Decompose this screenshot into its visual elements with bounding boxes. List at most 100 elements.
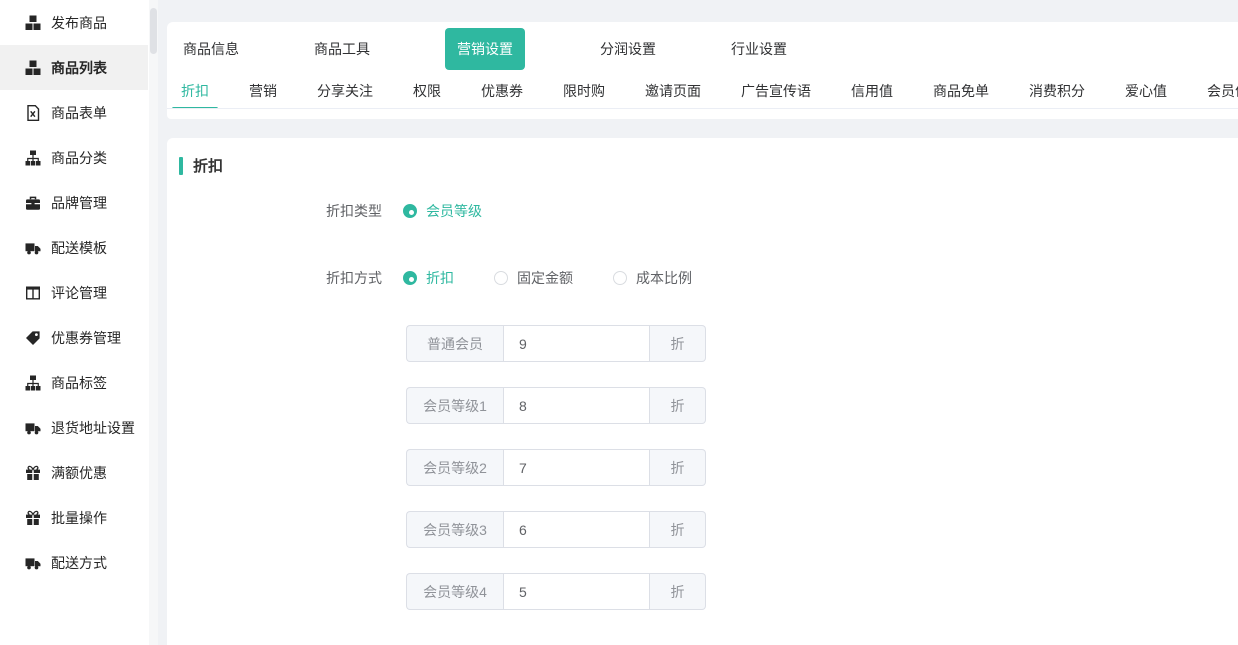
sidebar-item[interactable]: 配送方式 (0, 540, 148, 585)
secondary-tab-label: 邀请页面 (645, 83, 701, 99)
sidebar-item[interactable]: 商品分类 (0, 135, 148, 180)
level-name-addon: 会员等级2 (406, 449, 503, 486)
secondary-tab-label: 会员价 (1207, 83, 1238, 99)
secondary-tab[interactable]: 优惠券 (481, 76, 523, 109)
gift-icon (25, 510, 41, 526)
sidebar-item-label: 商品表单 (51, 103, 107, 123)
secondary-tab[interactable]: 分享关注 (317, 76, 373, 109)
unit-addon: 折 (650, 573, 706, 610)
section-title: 折扣 (193, 155, 223, 176)
unit-addon: 折 (650, 511, 706, 548)
primary-tab-label: 分润设置 (600, 41, 656, 57)
primary-tabs: 商品信息 商品工具 营销设置 分润设置 行业设置 (167, 22, 1238, 76)
radio-option[interactable]: 会员等级 (403, 201, 482, 221)
sidebar-item[interactable]: 优惠券管理 (0, 315, 148, 360)
sidebar-item-label: 优惠券管理 (51, 328, 121, 348)
sidebar-item[interactable]: 商品标签 (0, 360, 148, 405)
secondary-tab-label: 爱心值 (1125, 83, 1167, 99)
discount-value-input[interactable] (503, 387, 650, 424)
sidebar-item-label: 商品标签 (51, 373, 107, 393)
secondary-tab-label: 分享关注 (317, 83, 373, 99)
radio-option[interactable]: 成本比例 (613, 268, 692, 288)
secondary-tab-label: 权限 (413, 83, 441, 99)
level-name-addon: 会员等级3 (406, 511, 503, 548)
sitemap-icon (25, 150, 41, 166)
sidebar-item-label: 品牌管理 (51, 193, 107, 213)
discount-value-input[interactable] (503, 325, 650, 362)
sidebar-item-label: 评论管理 (51, 283, 107, 303)
radio-label: 固定金额 (517, 268, 573, 288)
primary-tab[interactable]: 分润设置 (600, 39, 656, 59)
primary-tab-label: 商品工具 (314, 41, 370, 57)
secondary-tab[interactable]: 权限 (413, 76, 441, 109)
sidebar-item-label: 满额优惠 (51, 463, 107, 483)
discount-row: 会员等级2 折 (406, 449, 706, 486)
secondary-tab[interactable]: 消费积分 (1029, 76, 1085, 109)
secondary-tab[interactable]: 会员价 (1207, 76, 1238, 109)
field-discount-method: 折扣方式 折扣 固定金额 成本比例 (167, 268, 1238, 288)
primary-tab[interactable]: 商品工具 (314, 39, 370, 59)
sidebar-item[interactable]: 满额优惠 (0, 450, 148, 495)
sidebar-scrollbar-thumb[interactable] (150, 8, 157, 54)
primary-tab[interactable]: 行业设置 (731, 39, 787, 59)
discount-value-input[interactable] (503, 511, 650, 548)
secondary-tab[interactable]: 营销 (249, 76, 277, 109)
secondary-tab[interactable]: 商品免单 (933, 76, 989, 109)
radio-option[interactable]: 折扣 (403, 268, 454, 288)
secondary-tab-label: 消费积分 (1029, 83, 1085, 99)
sidebar-item[interactable]: 批量操作 (0, 495, 148, 540)
sidebar-item[interactable]: 商品表单 (0, 90, 148, 135)
discount-value-input[interactable] (503, 449, 650, 486)
sidebar-item-label: 配送模板 (51, 238, 107, 258)
section-accent-bar (179, 157, 183, 175)
tag-icon (25, 330, 41, 346)
sidebar-item[interactable]: 配送模板 (0, 225, 148, 270)
unit-addon: 折 (650, 325, 706, 362)
secondary-tab-label: 商品免单 (933, 83, 989, 99)
sidebar-item[interactable]: 评论管理 (0, 270, 148, 315)
sidebar-menu: 发布商品 商品列表 商品表单 商品分类 品牌管理 (0, 0, 148, 585)
secondary-tab-label: 信用值 (851, 83, 893, 99)
sidebar-item[interactable]: 发布商品 (0, 0, 148, 45)
content-panel: 折扣 折扣类型 会员等级 折扣方式 折扣 (167, 138, 1238, 645)
primary-tab[interactable]: 商品信息 (183, 39, 239, 59)
gift-icon (25, 465, 41, 481)
section-header: 折扣 (179, 155, 1238, 176)
discount-row: 会员等级4 折 (406, 573, 706, 610)
discount-value-input[interactable] (503, 573, 650, 610)
sidebar-item-label: 商品分类 (51, 148, 107, 168)
sidebar-item-label: 发布商品 (51, 13, 107, 33)
discount-row: 会员等级1 折 (406, 387, 706, 424)
level-name-addon: 会员等级1 (406, 387, 503, 424)
discount-method-options: 折扣 固定金额 成本比例 (403, 268, 732, 288)
sidebar-item-label: 退货地址设置 (51, 418, 135, 438)
unit-addon: 折 (650, 449, 706, 486)
radio-icon (494, 271, 508, 285)
tabs-panel: 商品信息 商品工具 营销设置 分润设置 行业设置 折扣 (167, 22, 1238, 119)
truck-icon (25, 555, 41, 571)
sitemap-icon (25, 375, 41, 391)
secondary-tab[interactable]: 广告宣传语 (741, 76, 811, 109)
primary-tab-label: 商品信息 (183, 41, 239, 57)
discount-form: 折扣类型 会员等级 折扣方式 折扣 (167, 201, 1238, 610)
sidebar: 发布商品 商品列表 商品表单 商品分类 品牌管理 (0, 0, 158, 645)
primary-tab[interactable]: 营销设置 (445, 28, 525, 70)
secondary-tab-label: 限时购 (563, 83, 605, 99)
secondary-tab[interactable]: 邀请页面 (645, 76, 701, 109)
secondary-tab[interactable]: 限时购 (563, 76, 605, 109)
field-discount-type: 折扣类型 会员等级 (167, 201, 1238, 221)
radio-icon (403, 204, 417, 218)
sidebar-item[interactable]: 退货地址设置 (0, 405, 148, 450)
field-label: 折扣类型 (167, 201, 382, 221)
radio-option[interactable]: 固定金额 (494, 268, 573, 288)
truck-icon (25, 240, 41, 256)
radio-icon (403, 271, 417, 285)
discount-row: 普通会员 折 (406, 325, 706, 362)
discount-row: 会员等级3 折 (406, 511, 706, 548)
level-name-addon: 普通会员 (406, 325, 503, 362)
sidebar-item[interactable]: 品牌管理 (0, 180, 148, 225)
secondary-tab[interactable]: 爱心值 (1125, 76, 1167, 109)
secondary-tab[interactable]: 折扣 (181, 76, 209, 109)
sidebar-item[interactable]: 商品列表 (0, 45, 148, 90)
secondary-tab[interactable]: 信用值 (851, 76, 893, 109)
